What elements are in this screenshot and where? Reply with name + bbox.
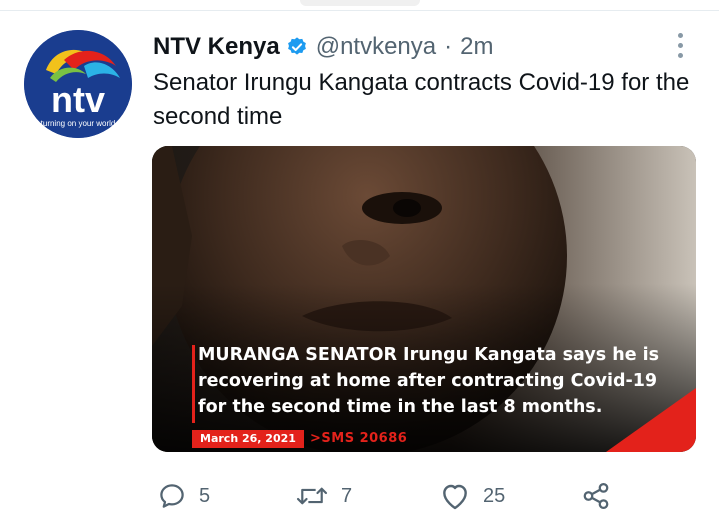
retweet-count: 7 — [341, 484, 353, 507]
avatar[interactable]: ntv turning on your world — [24, 30, 132, 138]
ntv-logo-icon: ntv turning on your world — [24, 30, 132, 138]
reply-icon — [160, 484, 184, 508]
caption-lead: MURANGA SENATOR — [198, 345, 397, 365]
dot-icon — [677, 42, 683, 48]
share-icon — [583, 483, 609, 509]
heart-icon — [443, 484, 467, 510]
reply-button[interactable]: 5 — [157, 476, 210, 516]
tweet-timestamp[interactable]: 2m — [460, 33, 493, 61]
media-sms-code: >SMS 20686 — [310, 431, 408, 446]
verified-badge-icon — [286, 36, 308, 58]
user-handle[interactable]: @ntvkenya — [316, 33, 436, 61]
tweet-actions-bar: 5 7 25 — [153, 476, 623, 516]
tweet-media-image[interactable]: MURANGA SENATOR Irungu Kangata says he i… — [152, 146, 696, 452]
svg-text:turning on your world: turning on your world — [41, 119, 116, 128]
caption-accent-bar — [192, 345, 195, 423]
dot-icon — [677, 32, 683, 38]
more-options-icon[interactable] — [668, 30, 692, 60]
svg-text:ntv: ntv — [51, 79, 105, 120]
like-button[interactable]: 25 — [439, 476, 505, 516]
retweet-button[interactable]: 7 — [295, 476, 352, 516]
display-name[interactable]: NTV Kenya — [153, 33, 280, 61]
media-corner-accent — [606, 388, 696, 452]
retweet-icon — [296, 487, 328, 505]
separator-dot: · — [444, 33, 453, 60]
reply-count: 5 — [199, 484, 211, 507]
media-date-badge: March 26, 2021 — [192, 430, 304, 448]
tweet-text: Senator Irungu Kangata contracts Covid-1… — [153, 69, 690, 130]
tweet-card[interactable]: ntv turning on your world NTV Kenya @ntv… — [0, 0, 719, 522]
share-button[interactable] — [581, 476, 611, 516]
like-count: 25 — [483, 484, 506, 507]
tweet-header: NTV Kenya @ntvkenya · 2m — [153, 30, 493, 64]
dot-icon — [677, 52, 683, 58]
